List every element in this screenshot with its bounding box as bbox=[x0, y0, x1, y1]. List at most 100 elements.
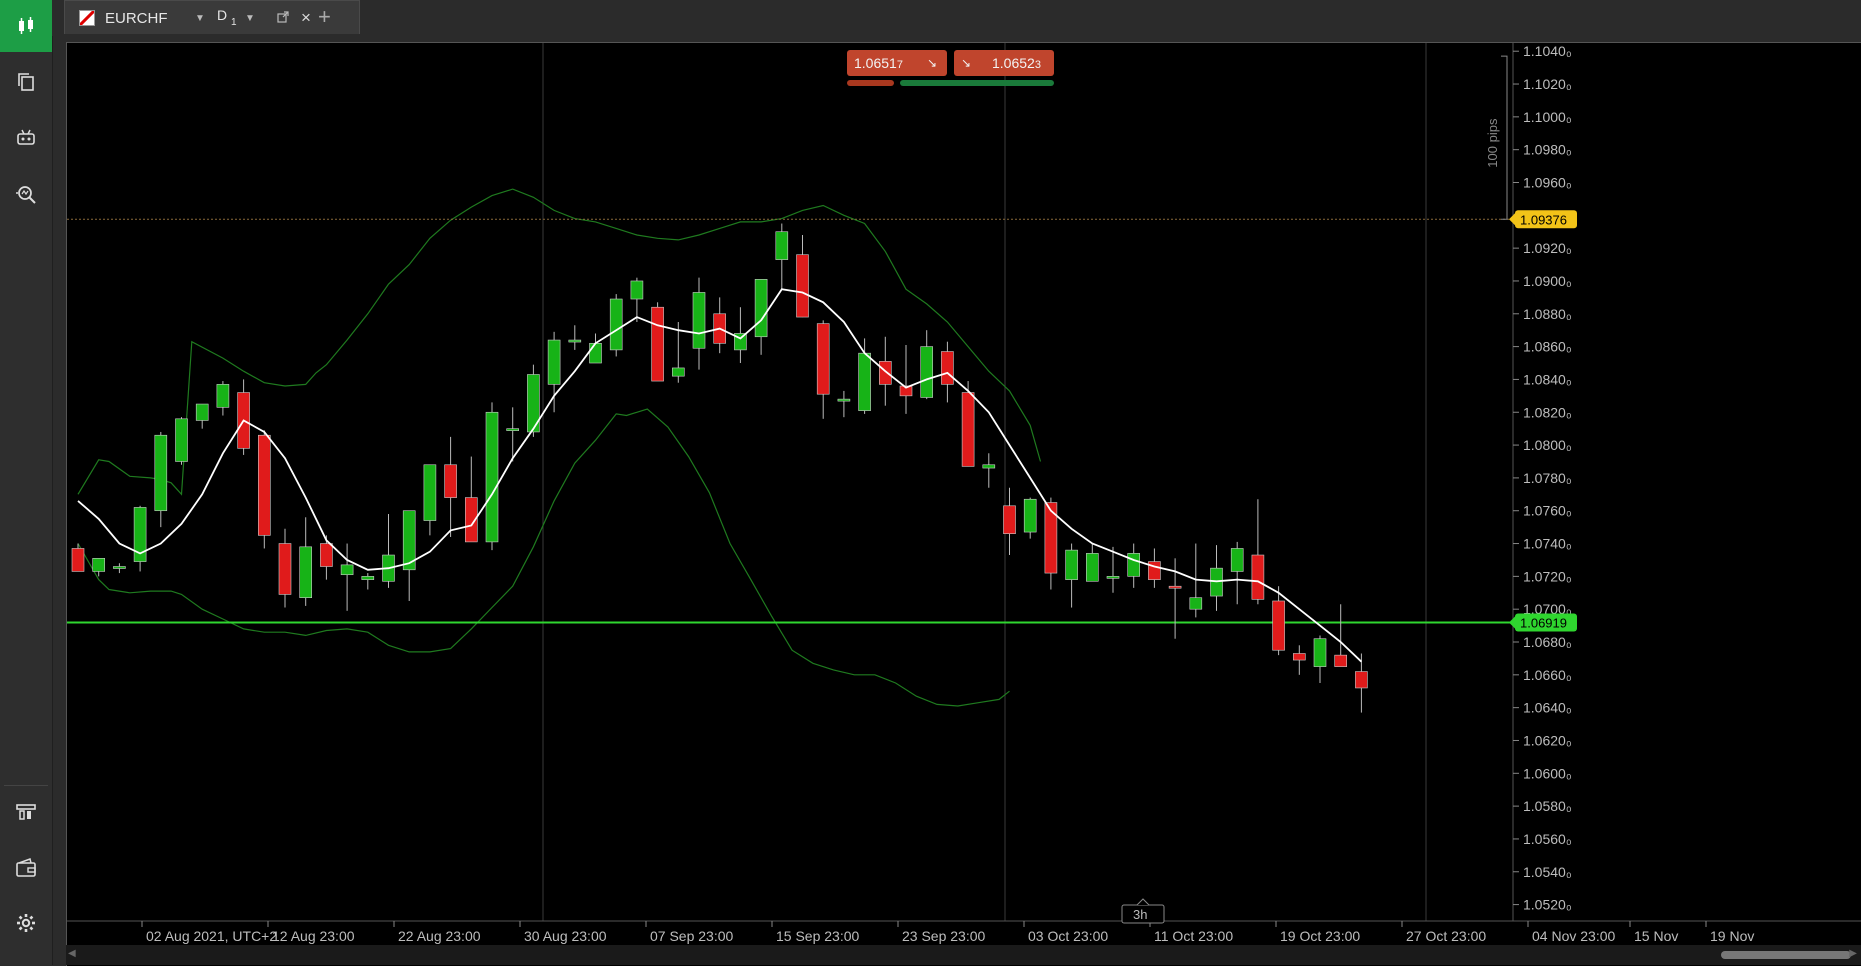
scroll-thumb[interactable] bbox=[1721, 951, 1851, 959]
candle-body bbox=[1065, 549, 1078, 580]
sell-arrow-icon: ↘ bbox=[927, 56, 938, 70]
candle-body bbox=[361, 576, 375, 580]
timeframe-label: D bbox=[217, 7, 228, 23]
currency-flag-icon bbox=[79, 10, 95, 26]
candle-body bbox=[113, 566, 126, 569]
y-tick-label: 1.0580₀ bbox=[1523, 798, 1572, 814]
y-tick-label: 1.0760₀ bbox=[1523, 503, 1572, 519]
candle-body bbox=[1230, 548, 1244, 572]
left-toolbar bbox=[0, 0, 53, 965]
add-tab-button[interactable]: + bbox=[318, 4, 331, 30]
tab-eurchf[interactable]: EURCHF ▼ D 1 ▼ × bbox=[64, 0, 360, 34]
candle-body bbox=[320, 543, 333, 567]
y-tick-label: 1.0520₀ bbox=[1523, 897, 1572, 913]
y-tick-label: 1.0640₀ bbox=[1523, 700, 1572, 716]
candle-body bbox=[1106, 576, 1120, 579]
sell-price-button[interactable]: 1.06517 ↘ bbox=[847, 50, 947, 76]
x-tick-label: 19 Oct 23:00 bbox=[1280, 928, 1360, 944]
candle-body bbox=[1085, 553, 1099, 582]
pips-ruler bbox=[1501, 55, 1508, 220]
candle-body bbox=[175, 418, 188, 462]
candle-body bbox=[1189, 597, 1203, 610]
y-tick-label: 1.0800₀ bbox=[1523, 437, 1572, 453]
candle-body bbox=[1003, 505, 1016, 534]
x-tick-label: 23 Sep 23:00 bbox=[902, 928, 986, 944]
candle-body bbox=[589, 343, 602, 364]
candle-body bbox=[154, 434, 168, 512]
scroll-right-icon[interactable]: ▶ bbox=[1849, 948, 1857, 959]
candle-body bbox=[423, 464, 437, 521]
sell-price-pipette: 7 bbox=[896, 59, 903, 71]
chart-panel[interactable]: 1.1040₀1.1020₀1.1000₀1.0980₀1.0960₀1.094… bbox=[66, 42, 1861, 966]
x-tick-label: 04 Nov 23:00 bbox=[1532, 928, 1615, 944]
sell-price-main: 1.0651 bbox=[854, 55, 897, 71]
buy-price-button[interactable]: ↘ 1.06523 bbox=[954, 50, 1054, 76]
y-tick-label: 1.0980₀ bbox=[1523, 142, 1572, 158]
x-tick-label: 15 Nov bbox=[1634, 928, 1678, 944]
symbol-dropdown-icon[interactable]: ▼ bbox=[195, 13, 205, 24]
candle-body bbox=[1272, 600, 1285, 651]
y-tick-label: 1.0780₀ bbox=[1523, 470, 1572, 486]
tab-bar: EURCHF ▼ D 1 ▼ × + bbox=[52, 0, 1861, 36]
y-tick-label: 1.0860₀ bbox=[1523, 339, 1572, 355]
y-tick-label: 1.0820₀ bbox=[1523, 404, 1572, 420]
candle-body bbox=[340, 564, 354, 576]
pips-label: 100 pips bbox=[1485, 118, 1500, 168]
y-tick-label: 1.0920₀ bbox=[1523, 240, 1572, 256]
candle-body bbox=[216, 384, 230, 408]
x-tick-label: 15 Sep 23:00 bbox=[776, 928, 860, 944]
y-tick-label: 1.0660₀ bbox=[1523, 667, 1572, 683]
price-chart[interactable]: 1.1040₀1.1020₀1.1000₀1.0980₀1.0960₀1.094… bbox=[67, 43, 1861, 946]
candle-body bbox=[775, 231, 789, 260]
buy-arrow-icon: ↘ bbox=[961, 56, 972, 70]
close-tab-icon[interactable]: × bbox=[301, 8, 311, 28]
chart-mode-icon[interactable] bbox=[0, 0, 52, 52]
y-tick-label: 1.0960₀ bbox=[1523, 174, 1572, 190]
x-tick-label: 27 Oct 23:00 bbox=[1406, 928, 1486, 944]
candle-body bbox=[299, 546, 312, 598]
candle-body bbox=[878, 361, 892, 385]
candle-body bbox=[982, 464, 996, 469]
x-tick-label: 19 Nov bbox=[1710, 928, 1754, 944]
candle-body bbox=[796, 254, 809, 318]
timeframe-dropdown-icon[interactable]: ▼ bbox=[245, 13, 255, 24]
candle-body bbox=[1023, 498, 1037, 533]
candle-body bbox=[1334, 654, 1347, 667]
gear-icon[interactable] bbox=[0, 897, 52, 949]
x-tick-label: 03 Oct 23:00 bbox=[1028, 928, 1108, 944]
y-tick-label: 1.0620₀ bbox=[1523, 732, 1572, 748]
y-tick-label: 1.0840₀ bbox=[1523, 371, 1572, 387]
sell-volume-bar bbox=[847, 80, 894, 86]
y-tick-label: 1.0880₀ bbox=[1523, 306, 1572, 322]
zoom-label: 3h bbox=[1133, 907, 1147, 922]
candle-body bbox=[754, 279, 768, 338]
popout-icon[interactable] bbox=[277, 10, 289, 28]
candle-body bbox=[1293, 653, 1306, 661]
trade-icon[interactable] bbox=[0, 786, 52, 838]
y-tick-label: 1.1000₀ bbox=[1523, 109, 1572, 125]
x-tick-label: 22 Aug 23:00 bbox=[398, 928, 481, 944]
copy-icon[interactable] bbox=[0, 56, 52, 108]
candle-body bbox=[961, 392, 975, 467]
x-tick-label: 07 Sep 23:00 bbox=[650, 928, 734, 944]
candle-body bbox=[1127, 553, 1140, 577]
candle-body bbox=[278, 543, 292, 595]
scroll-left-icon[interactable]: ◀ bbox=[68, 948, 76, 959]
y-tick-label: 1.0720₀ bbox=[1523, 568, 1572, 584]
candle-body bbox=[816, 323, 830, 395]
y-tick-label: 1.0600₀ bbox=[1523, 765, 1572, 781]
horizontal-scrollbar[interactable]: ◀ ▶ bbox=[66, 945, 1861, 965]
candle-body bbox=[547, 339, 561, 385]
wallet-icon[interactable] bbox=[0, 842, 52, 894]
hline-label-text: 1.06919 bbox=[1520, 615, 1567, 630]
buy-price-pipette: 3 bbox=[1034, 59, 1041, 71]
scan-search-icon[interactable] bbox=[0, 168, 52, 220]
y-tick-label: 1.1040₀ bbox=[1523, 43, 1572, 59]
bot-icon[interactable] bbox=[0, 112, 52, 164]
hline-label-text: 1.09376 bbox=[1520, 212, 1567, 227]
x-tick-label: 30 Aug 23:00 bbox=[524, 928, 607, 944]
y-tick-label: 1.0540₀ bbox=[1523, 864, 1572, 880]
x-tick-label: 12 Aug 23:00 bbox=[272, 928, 355, 944]
zoom-badge-pointer bbox=[1136, 898, 1150, 906]
candle-body bbox=[1251, 554, 1265, 600]
